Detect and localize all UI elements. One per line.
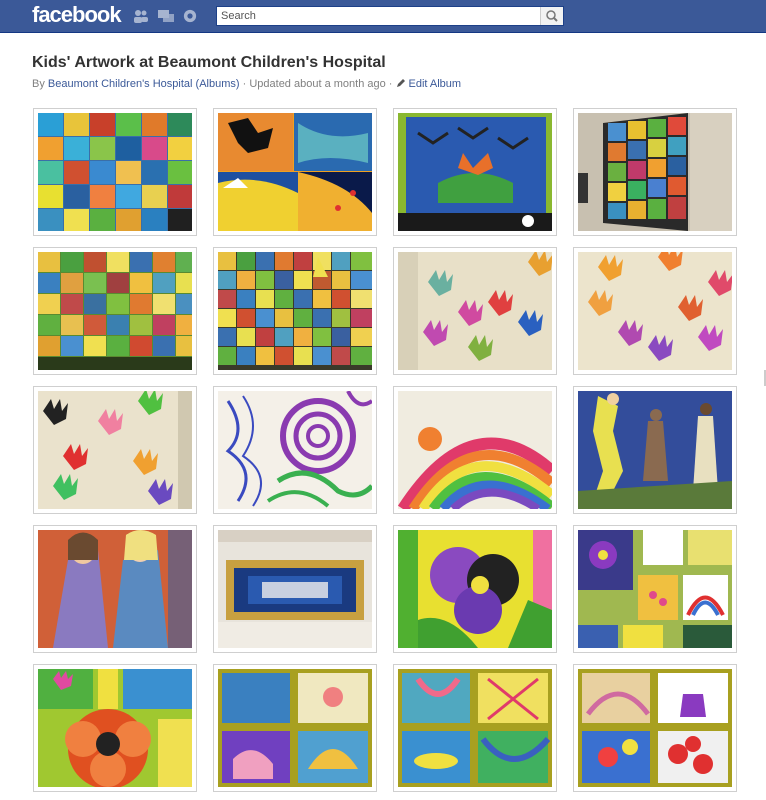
photo-thumb-12[interactable] <box>573 386 737 514</box>
photo-6 <box>218 252 372 370</box>
photo-thumb-4[interactable] <box>573 108 737 236</box>
photo-5 <box>38 252 192 370</box>
photo-7 <box>398 252 552 370</box>
photo-thumb-18[interactable] <box>213 664 377 792</box>
albums-link[interactable]: (Albums) <box>196 78 240 90</box>
search-button[interactable] <box>540 7 563 25</box>
photo-17 <box>38 669 192 787</box>
photo-4 <box>578 113 732 231</box>
photo-18 <box>218 669 372 787</box>
photo-thumb-7[interactable] <box>393 247 557 375</box>
photo-thumb-16[interactable] <box>573 525 737 653</box>
photo-20 <box>578 669 732 787</box>
facebook-logo[interactable]: facebook <box>32 2 122 28</box>
photo-8 <box>578 252 732 370</box>
photo-13 <box>38 530 192 648</box>
photo-thumb-3[interactable] <box>393 108 557 236</box>
friends-icon[interactable] <box>133 9 149 23</box>
album-meta: By Beaumont Children's Hospital (Albums)… <box>32 78 461 90</box>
photo-11 <box>398 391 552 509</box>
photo-12 <box>578 391 732 509</box>
photo-thumb-11[interactable] <box>393 386 557 514</box>
photo-thumb-20[interactable] <box>573 664 737 792</box>
pencil-icon <box>396 79 405 87</box>
photo-thumb-13[interactable] <box>33 525 197 653</box>
photo-thumb-15[interactable] <box>393 525 557 653</box>
by-label: By <box>32 78 48 90</box>
messages-icon[interactable] <box>158 9 174 23</box>
photo-15 <box>398 530 552 648</box>
photo-10 <box>218 391 372 509</box>
photo-14 <box>218 530 372 648</box>
updated-text: · Updated about a month ago · <box>239 78 396 90</box>
photo-thumb-5[interactable] <box>33 247 197 375</box>
photo-thumb-6[interactable] <box>213 247 377 375</box>
photo-thumb-19[interactable] <box>393 664 557 792</box>
edit-album-link[interactable]: Edit Album <box>409 78 462 90</box>
photo-thumb-9[interactable] <box>33 386 197 514</box>
photo-1 <box>38 113 192 231</box>
photo-16 <box>578 530 732 648</box>
photo-thumb-10[interactable] <box>213 386 377 514</box>
photo-19 <box>398 669 552 787</box>
photo-thumb-1[interactable] <box>33 108 197 236</box>
notifications-icon[interactable] <box>182 9 198 23</box>
photo-9 <box>38 391 192 509</box>
search-input[interactable] <box>221 9 539 23</box>
album-title: Kids' Artwork at Beaumont Children's Hos… <box>32 54 386 71</box>
photo-3 <box>398 113 552 231</box>
owner-link[interactable]: Beaumont Children's Hospital <box>48 78 193 90</box>
photo-thumb-2[interactable] <box>213 108 377 236</box>
photo-thumb-17[interactable] <box>33 664 197 792</box>
top-bar: facebook <box>0 0 766 33</box>
photo-thumb-8[interactable] <box>573 247 737 375</box>
photo-2 <box>218 113 372 231</box>
photo-thumb-14[interactable] <box>213 525 377 653</box>
search-icon <box>546 10 558 22</box>
search-box[interactable] <box>216 6 564 26</box>
